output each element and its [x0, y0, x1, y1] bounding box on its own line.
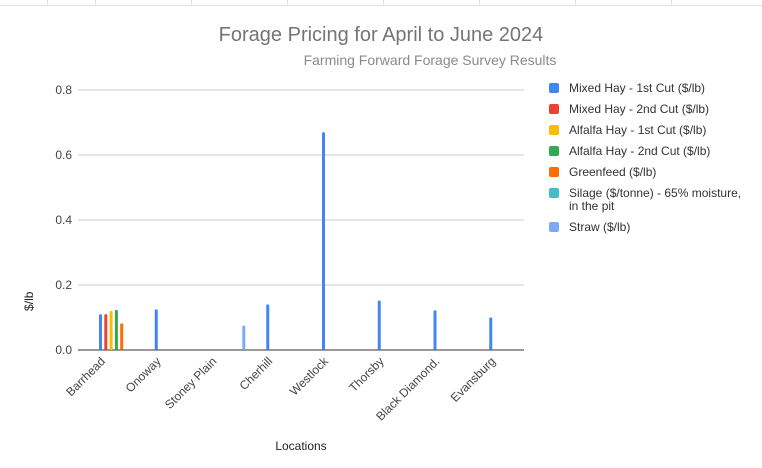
legend-item: Greenfeed ($/lb): [549, 166, 749, 179]
bar: [109, 311, 113, 350]
legend-label: Straw ($/lb): [569, 220, 631, 234]
bar: [99, 314, 102, 350]
legend-swatch: [549, 104, 559, 114]
legend-label: Greenfeed ($/lb): [569, 165, 657, 179]
legend-swatch: [549, 188, 559, 198]
legend-item: Straw ($/lb): [549, 221, 749, 234]
bar: [104, 314, 108, 350]
legend-item: Mixed Hay - 1st Cut ($/lb): [549, 82, 749, 95]
bar: [266, 304, 270, 350]
legend-item: Silage ($/tonne) - 65% moisture, in the …: [549, 187, 749, 213]
x-tick-label: Evansburg: [448, 354, 498, 404]
legend-swatch: [549, 167, 559, 177]
legend-swatch: [549, 222, 559, 232]
y-tick-label: 0.2: [55, 278, 72, 292]
bar: [154, 309, 158, 350]
bar: [489, 317, 493, 350]
y-tick-label: 0.0: [55, 343, 72, 357]
bar: [433, 310, 437, 350]
x-tick-label: Cherhill: [237, 354, 276, 393]
x-tick-label: Onoway: [123, 354, 164, 395]
x-tick-label: Stoney Plain: [162, 354, 220, 412]
chart-legend: Mixed Hay - 1st Cut ($/lb) Mixed Hay - 2n…: [549, 82, 749, 242]
x-tick-label: Thorsby: [346, 354, 387, 395]
legend-label: Alfalfa Hay - 2nd Cut ($/lb): [569, 144, 711, 158]
y-tick-label: 0.8: [55, 83, 72, 97]
legend-label: Alfalfa Hay - 1st Cut ($/lb): [569, 123, 707, 137]
legend-label: Silage ($/tonne) - 65% moisture, in the …: [569, 186, 742, 213]
legend-swatch: [549, 125, 559, 135]
bar: [242, 325, 246, 350]
legend-swatch: [549, 146, 559, 156]
bar: [377, 300, 381, 350]
bar: [322, 132, 325, 350]
legend-item: Alfalfa Hay - 2nd Cut ($/lb): [549, 145, 749, 158]
legend-label: Mixed Hay - 2nd Cut ($/lb): [569, 102, 710, 116]
y-axis-label: $/lb: [22, 291, 36, 311]
legend-swatch: [549, 83, 559, 93]
legend-item: Mixed Hay - 2nd Cut ($/lb): [549, 103, 749, 116]
bar: [114, 310, 118, 350]
legend-item: Alfalfa Hay - 1st Cut ($/lb): [549, 124, 749, 137]
x-tick-label: Barrhead: [63, 354, 108, 399]
x-tick-label: Westlock: [287, 354, 332, 399]
legend-label: Mixed Hay - 1st Cut ($/lb): [569, 81, 706, 95]
y-tick-label: 0.4: [55, 213, 72, 227]
y-tick-label: 0.6: [55, 148, 72, 162]
bar: [120, 323, 124, 350]
x-axis-label: Locations: [275, 439, 326, 453]
